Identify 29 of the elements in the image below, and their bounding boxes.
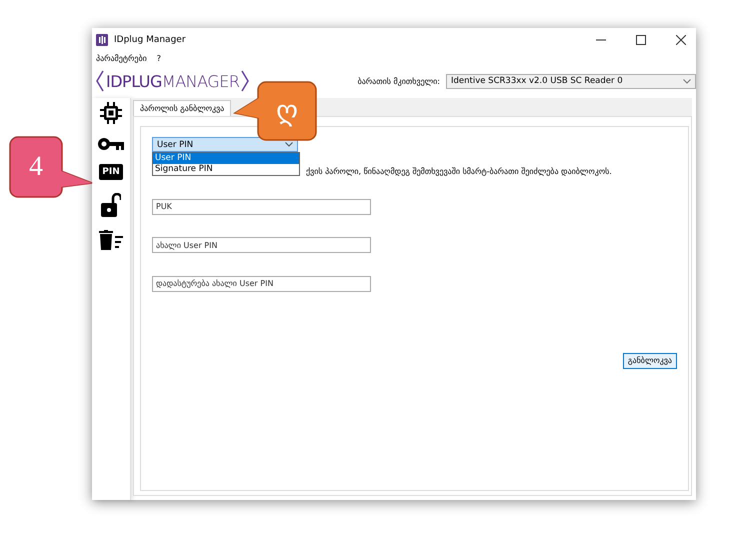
key-icon[interactable] (98, 137, 124, 151)
bracket-icon (241, 70, 250, 92)
menu-item[interactable]: პარამეტრები (96, 54, 147, 62)
warning-text: ქვის პაროლი, წინააღმდეგ შემთხვევაში სმარტ-ბარათი შეიძლება დაიბლოკოს. (306, 167, 613, 176)
maximize-icon[interactable] (636, 35, 646, 45)
chevron-icon (683, 78, 691, 84)
input-field[interactable]: PUK (152, 198, 371, 214)
logo-text: IDPLUGMANAGER (106, 72, 240, 90)
menu-item[interactable]: ? (156, 54, 161, 62)
unlock-icon[interactable] (101, 193, 121, 217)
chip-icon[interactable] (100, 102, 122, 124)
pin-type-dropdown[interactable]: User PIN (152, 137, 298, 152)
window-title: IDplug Manager (114, 35, 186, 45)
dropdown-option[interactable]: User PIN (153, 153, 299, 164)
reader-dropdown[interactable]: Identive SCR33xx v2.0 USB SC Reader 0 (446, 74, 696, 88)
chevron-icon (285, 142, 293, 147)
bracket-icon (96, 70, 104, 92)
trash-list-icon[interactable] (99, 230, 123, 250)
input-field[interactable]: დადასტურება ახალი User PIN (152, 276, 371, 292)
input-field[interactable]: ახალი User PIN (152, 237, 371, 253)
unlock-button[interactable]: განბლოკვა (622, 352, 677, 368)
callout-label: 4 (29, 151, 43, 183)
dropdown-option[interactable]: Signature PIN (153, 164, 299, 175)
app-icon (96, 34, 108, 46)
reader-label: ბარათის მკითხველი: (358, 76, 440, 86)
callout-label: ღ (276, 95, 298, 128)
close-icon[interactable] (676, 35, 686, 45)
pin-icon[interactable]: PIN (99, 164, 123, 180)
tab[interactable]: პაროლის განბლოკვა (133, 100, 232, 116)
